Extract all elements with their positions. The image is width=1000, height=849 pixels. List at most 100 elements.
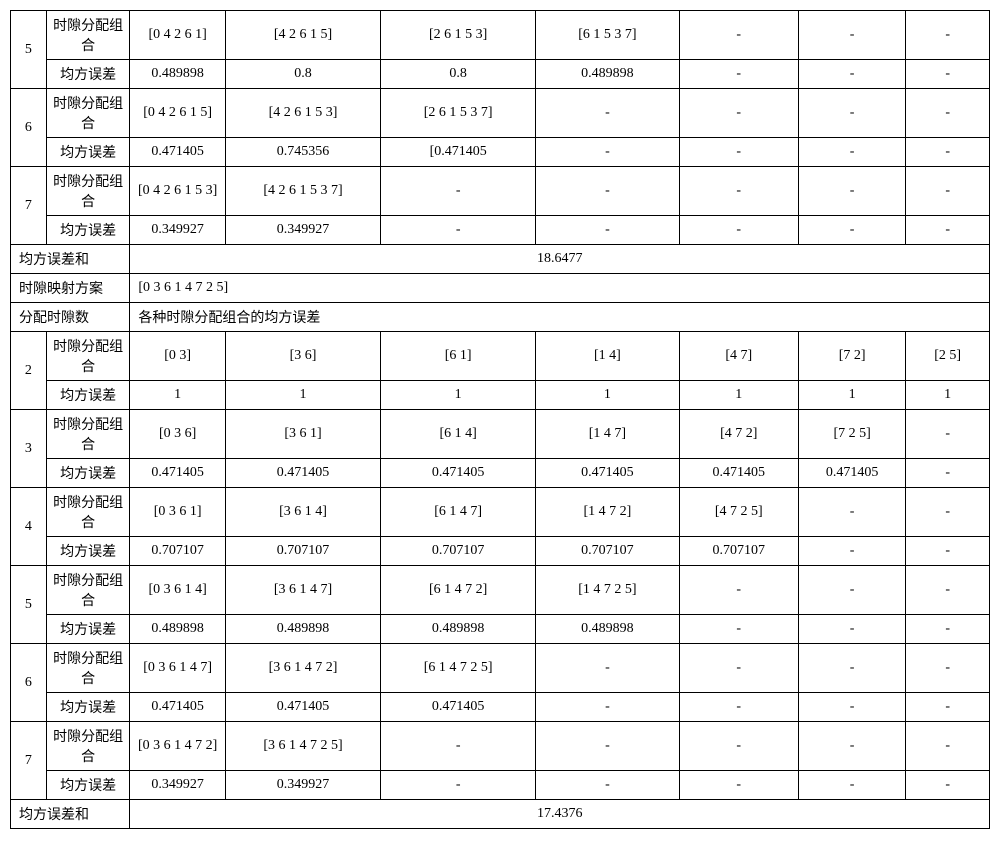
row-index: 5 bbox=[11, 11, 47, 89]
row-label-combo: 时隙分配组合 bbox=[46, 167, 130, 216]
header-row: 分配时隙数 各种时隙分配组合的均方误差 bbox=[11, 303, 990, 332]
cell: [4 2 6 1 5 3 7] bbox=[225, 167, 380, 216]
cell: - bbox=[679, 615, 798, 644]
cell: [6 1 4 7 2] bbox=[381, 566, 536, 615]
cell: - bbox=[906, 11, 990, 60]
row-index: 2 bbox=[11, 332, 47, 410]
cell: - bbox=[679, 60, 798, 89]
cell: [1 4 7 2] bbox=[536, 488, 679, 537]
cell: [2 6 1 5 3] bbox=[381, 11, 536, 60]
cell: - bbox=[798, 537, 905, 566]
cell: - bbox=[906, 410, 990, 459]
row-index: 4 bbox=[11, 488, 47, 566]
cell: [6 1 4 7] bbox=[381, 488, 536, 537]
cell: - bbox=[906, 615, 990, 644]
cell: - bbox=[798, 167, 905, 216]
cell: - bbox=[906, 722, 990, 771]
cell: - bbox=[679, 138, 798, 167]
table-row: 均方误差 1 1 1 1 1 1 1 bbox=[11, 381, 990, 410]
cell: 0.349927 bbox=[130, 771, 226, 800]
cell: 1 bbox=[536, 381, 679, 410]
cell: 0.471405 bbox=[381, 693, 536, 722]
cell: - bbox=[798, 771, 905, 800]
cell: - bbox=[679, 167, 798, 216]
cell: - bbox=[679, 89, 798, 138]
cell: - bbox=[798, 644, 905, 693]
row-label-combo: 时隙分配组合 bbox=[46, 722, 130, 771]
cell: 0.707107 bbox=[679, 537, 798, 566]
cell: [2 6 1 5 3 7] bbox=[381, 89, 536, 138]
row-label-mse: 均方误差 bbox=[46, 216, 130, 245]
cell: [0 3 6] bbox=[130, 410, 226, 459]
cell: 0.349927 bbox=[130, 216, 226, 245]
cell: [7 2] bbox=[798, 332, 905, 381]
cell: - bbox=[906, 488, 990, 537]
table-row: 均方误差 0.349927 0.349927 - - - - - bbox=[11, 216, 990, 245]
cell: - bbox=[679, 644, 798, 693]
cell: - bbox=[679, 771, 798, 800]
table-row: 均方误差 0.349927 0.349927 - - - - - bbox=[11, 771, 990, 800]
table-row: 2 时隙分配组合 [0 3] [3 6] [6 1] [1 4] [4 7] [… bbox=[11, 332, 990, 381]
cell: - bbox=[381, 722, 536, 771]
mse-sum-label: 均方误差和 bbox=[11, 245, 130, 274]
cell: - bbox=[381, 771, 536, 800]
cell: - bbox=[906, 60, 990, 89]
cell: 0.471405 bbox=[130, 693, 226, 722]
mse-sum-value: 17.4376 bbox=[130, 800, 990, 829]
cell: 1 bbox=[130, 381, 226, 410]
cell: [0 3 6 1 4 7] bbox=[130, 644, 226, 693]
mse-of-combos-label: 各种时隙分配组合的均方误差 bbox=[130, 303, 990, 332]
cell: 0.471405 bbox=[536, 459, 679, 488]
cell: [6 1] bbox=[381, 332, 536, 381]
cell: 1 bbox=[225, 381, 380, 410]
row-label-combo: 时隙分配组合 bbox=[46, 644, 130, 693]
cell: [1 4] bbox=[536, 332, 679, 381]
cell: - bbox=[798, 89, 905, 138]
cell: - bbox=[798, 488, 905, 537]
alloc-count-label: 分配时隙数 bbox=[11, 303, 130, 332]
row-label-combo: 时隙分配组合 bbox=[46, 89, 130, 138]
cell: - bbox=[906, 566, 990, 615]
cell: - bbox=[536, 693, 679, 722]
cell: - bbox=[536, 644, 679, 693]
cell: 0.489898 bbox=[130, 615, 226, 644]
cell: - bbox=[798, 566, 905, 615]
cell: - bbox=[798, 138, 905, 167]
cell: 1 bbox=[381, 381, 536, 410]
cell: 0.707107 bbox=[381, 537, 536, 566]
cell: - bbox=[536, 771, 679, 800]
row-label-combo: 时隙分配组合 bbox=[46, 11, 130, 60]
cell: [0 4 2 6 1 5] bbox=[130, 89, 226, 138]
row-index: 7 bbox=[11, 167, 47, 245]
cell: 0.8 bbox=[381, 60, 536, 89]
table-row: 均方误差 0.471405 0.471405 0.471405 - - - - bbox=[11, 693, 990, 722]
cell: - bbox=[798, 11, 905, 60]
table-row: 均方误差 0.489898 0.489898 0.489898 0.489898… bbox=[11, 615, 990, 644]
cell: 0.471405 bbox=[679, 459, 798, 488]
cell: [1 4 7 2 5] bbox=[536, 566, 679, 615]
cell: 1 bbox=[679, 381, 798, 410]
cell: [0 4 2 6 1 5 3] bbox=[130, 167, 226, 216]
row-label-combo: 时隙分配组合 bbox=[46, 332, 130, 381]
cell: 0.489898 bbox=[536, 615, 679, 644]
table-row: 3 时隙分配组合 [0 3 6] [3 6 1] [6 1 4] [1 4 7]… bbox=[11, 410, 990, 459]
cell: - bbox=[798, 216, 905, 245]
cell: - bbox=[679, 566, 798, 615]
row-label-mse: 均方误差 bbox=[46, 615, 130, 644]
cell: - bbox=[536, 89, 679, 138]
table-row: 6 时隙分配组合 [0 4 2 6 1 5] [4 2 6 1 5 3] [2 … bbox=[11, 89, 990, 138]
cell: - bbox=[798, 60, 905, 89]
table-row: 5 时隙分配组合 [0 3 6 1 4] [3 6 1 4 7] [6 1 4 … bbox=[11, 566, 990, 615]
cell: 0.471405 bbox=[225, 459, 380, 488]
table-row: 4 时隙分配组合 [0 3 6 1] [3 6 1 4] [6 1 4 7] [… bbox=[11, 488, 990, 537]
mse-sum-value: 18.6477 bbox=[130, 245, 990, 274]
cell: [4 7 2] bbox=[679, 410, 798, 459]
cell: 0.471405 bbox=[130, 459, 226, 488]
cell: - bbox=[906, 89, 990, 138]
cell: 0.489898 bbox=[536, 60, 679, 89]
cell: [6 1 4] bbox=[381, 410, 536, 459]
cell: [3 6 1 4 7 2] bbox=[225, 644, 380, 693]
cell: 0.471405 bbox=[225, 693, 380, 722]
cell: 0.707107 bbox=[130, 537, 226, 566]
cell: 0.489898 bbox=[225, 615, 380, 644]
